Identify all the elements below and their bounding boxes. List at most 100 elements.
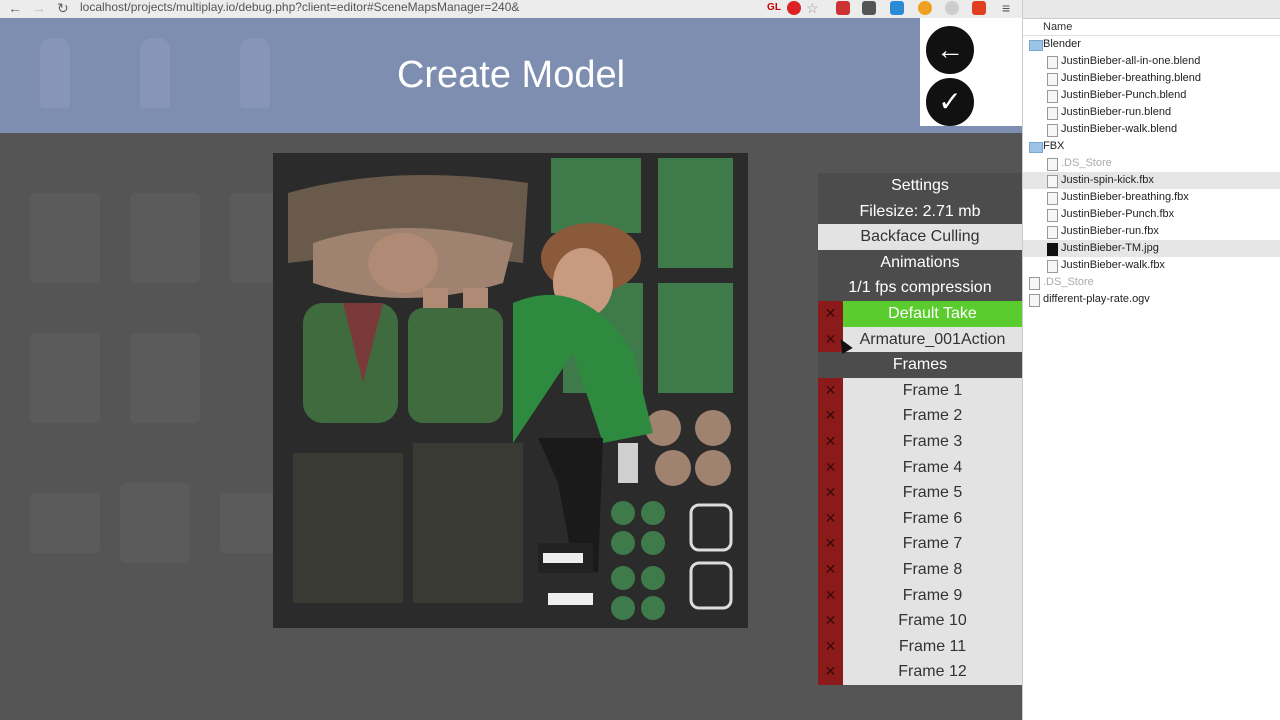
delete-frame-icon[interactable]: ✕ xyxy=(818,377,843,404)
frame-row: ✕ Frame 1 xyxy=(818,377,1022,404)
take-armature-action[interactable]: Armature_001Action xyxy=(843,326,1022,353)
filesize-label: Filesize: 2.71 mb xyxy=(818,198,1022,225)
file-icon xyxy=(1029,277,1040,290)
frame-row: ✕ Frame 12 xyxy=(818,659,1022,685)
file-icon xyxy=(1047,226,1058,239)
finder-file[interactable]: JustinBieber-all-in-one.blend xyxy=(1023,53,1280,70)
finder-file[interactable]: JustinBieber-TM.jpg xyxy=(1023,240,1280,257)
frame-item[interactable]: Frame 5 xyxy=(843,480,1022,506)
delete-frame-icon[interactable]: ✕ xyxy=(818,505,843,532)
gmail-icon[interactable] xyxy=(836,1,850,15)
finder-item-label: .DS_Store xyxy=(1061,157,1112,169)
frames-heading: Frames xyxy=(818,352,1022,378)
frame-item[interactable]: Frame 8 xyxy=(843,556,1022,583)
fps-compression-selector[interactable]: 1/1 fps compression xyxy=(818,275,1022,301)
folder-icon xyxy=(1029,40,1043,51)
delete-frame-icon[interactable]: ✕ xyxy=(818,454,843,481)
bookmark-star-icon[interactable]: ☆ xyxy=(806,0,819,16)
finder-items: Blender JustinBieber-all-in-one.blend Just… xyxy=(1023,36,1280,308)
address-bar[interactable]: localhost/projects/multiplay.io/debug.ph… xyxy=(80,0,760,16)
delete-frame-icon[interactable]: ✕ xyxy=(818,428,843,455)
delete-frame-icon[interactable]: ✕ xyxy=(818,633,843,660)
back-arrow-icon[interactable]: ← xyxy=(8,0,22,16)
delete-frame-icon[interactable]: ✕ xyxy=(818,480,843,506)
file-icon xyxy=(1047,192,1058,205)
frame-item[interactable]: Frame 6 xyxy=(843,505,1022,532)
finder-file[interactable]: JustinBieber-breathing.fbx xyxy=(1023,189,1280,206)
settings-heading: Settings xyxy=(818,173,1022,199)
file-icon xyxy=(1047,175,1058,188)
adblock-icon[interactable] xyxy=(787,1,801,15)
finder-item-label: different-play-rate.ogv xyxy=(1043,293,1150,305)
delete-frame-icon[interactable]: ✕ xyxy=(818,531,843,557)
delete-frame-icon[interactable]: ✕ xyxy=(818,608,843,634)
finder-file[interactable]: JustinBieber-run.blend xyxy=(1023,104,1280,121)
frame-item[interactable]: Frame 4 xyxy=(843,454,1022,481)
finder-item-label: FBX xyxy=(1043,140,1065,152)
confirm-button[interactable]: ✓ xyxy=(926,78,974,126)
finder-item-label: JustinBieber-breathing.blend xyxy=(1061,72,1202,84)
frame-item[interactable]: Frame 1 xyxy=(843,377,1022,404)
finder-folder[interactable]: Blender xyxy=(1023,36,1280,53)
finder-file[interactable]: .DS_Store xyxy=(1023,274,1280,291)
frame-item[interactable]: Frame 2 xyxy=(843,403,1022,429)
file-icon xyxy=(1029,294,1040,307)
frame-row: ✕ Frame 10 xyxy=(818,608,1022,634)
frame-row: ✕ Frame 2 xyxy=(818,403,1022,429)
pocket-icon[interactable] xyxy=(862,1,876,15)
finder-item-label: JustinBieber-run.blend xyxy=(1061,106,1172,118)
menu-icon[interactable]: ≡ xyxy=(1002,0,1010,16)
finder-item-label: Justin-spin-kick.fbx xyxy=(1061,174,1154,186)
finder-file[interactable]: JustinBieber-walk.fbx xyxy=(1023,257,1280,274)
finder-file[interactable]: JustinBieber-run.fbx xyxy=(1023,223,1280,240)
finder-file[interactable]: JustinBieber-Punch.fbx xyxy=(1023,206,1280,223)
finder-file-list: Name Blender JustinBieber-all-in-one.blen… xyxy=(1022,0,1280,720)
extension-red-icon[interactable] xyxy=(972,1,986,15)
take-row: ✕ Default Take xyxy=(818,300,1022,327)
name-column-header[interactable]: Name xyxy=(1023,19,1280,36)
back-button[interactable]: ← xyxy=(926,26,974,74)
extension-gray-icon[interactable] xyxy=(945,1,959,15)
frame-item[interactable]: Frame 10 xyxy=(843,608,1022,634)
finder-file[interactable]: JustinBieber-Punch.blend xyxy=(1023,87,1280,104)
finder-item-label: JustinBieber-run.fbx xyxy=(1061,225,1159,237)
finder-toolbar xyxy=(1023,0,1280,19)
delete-frame-icon[interactable]: ✕ xyxy=(818,582,843,609)
extension-blue-icon[interactable] xyxy=(890,1,904,15)
frame-row: ✕ Frame 4 xyxy=(818,454,1022,481)
finder-file[interactable]: different-play-rate.ogv xyxy=(1023,291,1280,308)
file-icon xyxy=(1047,243,1058,256)
finder-file[interactable]: JustinBieber-walk.blend xyxy=(1023,121,1280,138)
file-icon xyxy=(1047,158,1058,171)
animations-heading: Animations xyxy=(818,249,1022,276)
reload-icon[interactable]: ↻ xyxy=(57,0,69,16)
delete-frame-icon[interactable]: ✕ xyxy=(818,659,843,685)
frame-item[interactable]: Frame 9 xyxy=(843,582,1022,609)
backface-culling-toggle[interactable]: Backface Culling xyxy=(818,224,1022,250)
frame-item[interactable]: Frame 12 xyxy=(843,659,1022,685)
delete-take-icon[interactable]: ✕ xyxy=(818,300,843,327)
delete-frame-icon[interactable]: ✕ xyxy=(818,556,843,583)
finder-item-label: JustinBieber-walk.fbx xyxy=(1061,259,1165,271)
finder-folder[interactable]: FBX xyxy=(1023,138,1280,155)
texture-map-image xyxy=(273,153,748,628)
frame-item[interactable]: Frame 3 xyxy=(843,428,1022,455)
frame-row: ✕ Frame 8 xyxy=(818,556,1022,583)
file-icon xyxy=(1047,209,1058,222)
finder-file[interactable]: JustinBieber-breathing.blend xyxy=(1023,70,1280,87)
finder-file[interactable]: .DS_Store xyxy=(1023,155,1280,172)
take-default[interactable]: Default Take xyxy=(843,300,1022,327)
frame-item[interactable]: Frame 7 xyxy=(843,531,1022,557)
extension-orange-icon[interactable] xyxy=(918,1,932,15)
texture-preview xyxy=(273,153,748,628)
delete-frame-icon[interactable]: ✕ xyxy=(818,403,843,429)
gl-extension-icon[interactable]: GL xyxy=(765,1,783,15)
frame-item[interactable]: Frame 11 xyxy=(843,633,1022,660)
finder-file[interactable]: Justin-spin-kick.fbx xyxy=(1023,172,1280,189)
frame-row: ✕ Frame 11 xyxy=(818,633,1022,660)
checkmark-icon: ✓ xyxy=(938,86,962,117)
finder-item-label: .DS_Store xyxy=(1043,276,1094,288)
forward-arrow-icon[interactable]: → xyxy=(32,0,46,16)
app-viewport: Create Model ← ✓ Settings Filesize: 2.71… xyxy=(0,18,1022,720)
file-icon xyxy=(1047,73,1058,86)
